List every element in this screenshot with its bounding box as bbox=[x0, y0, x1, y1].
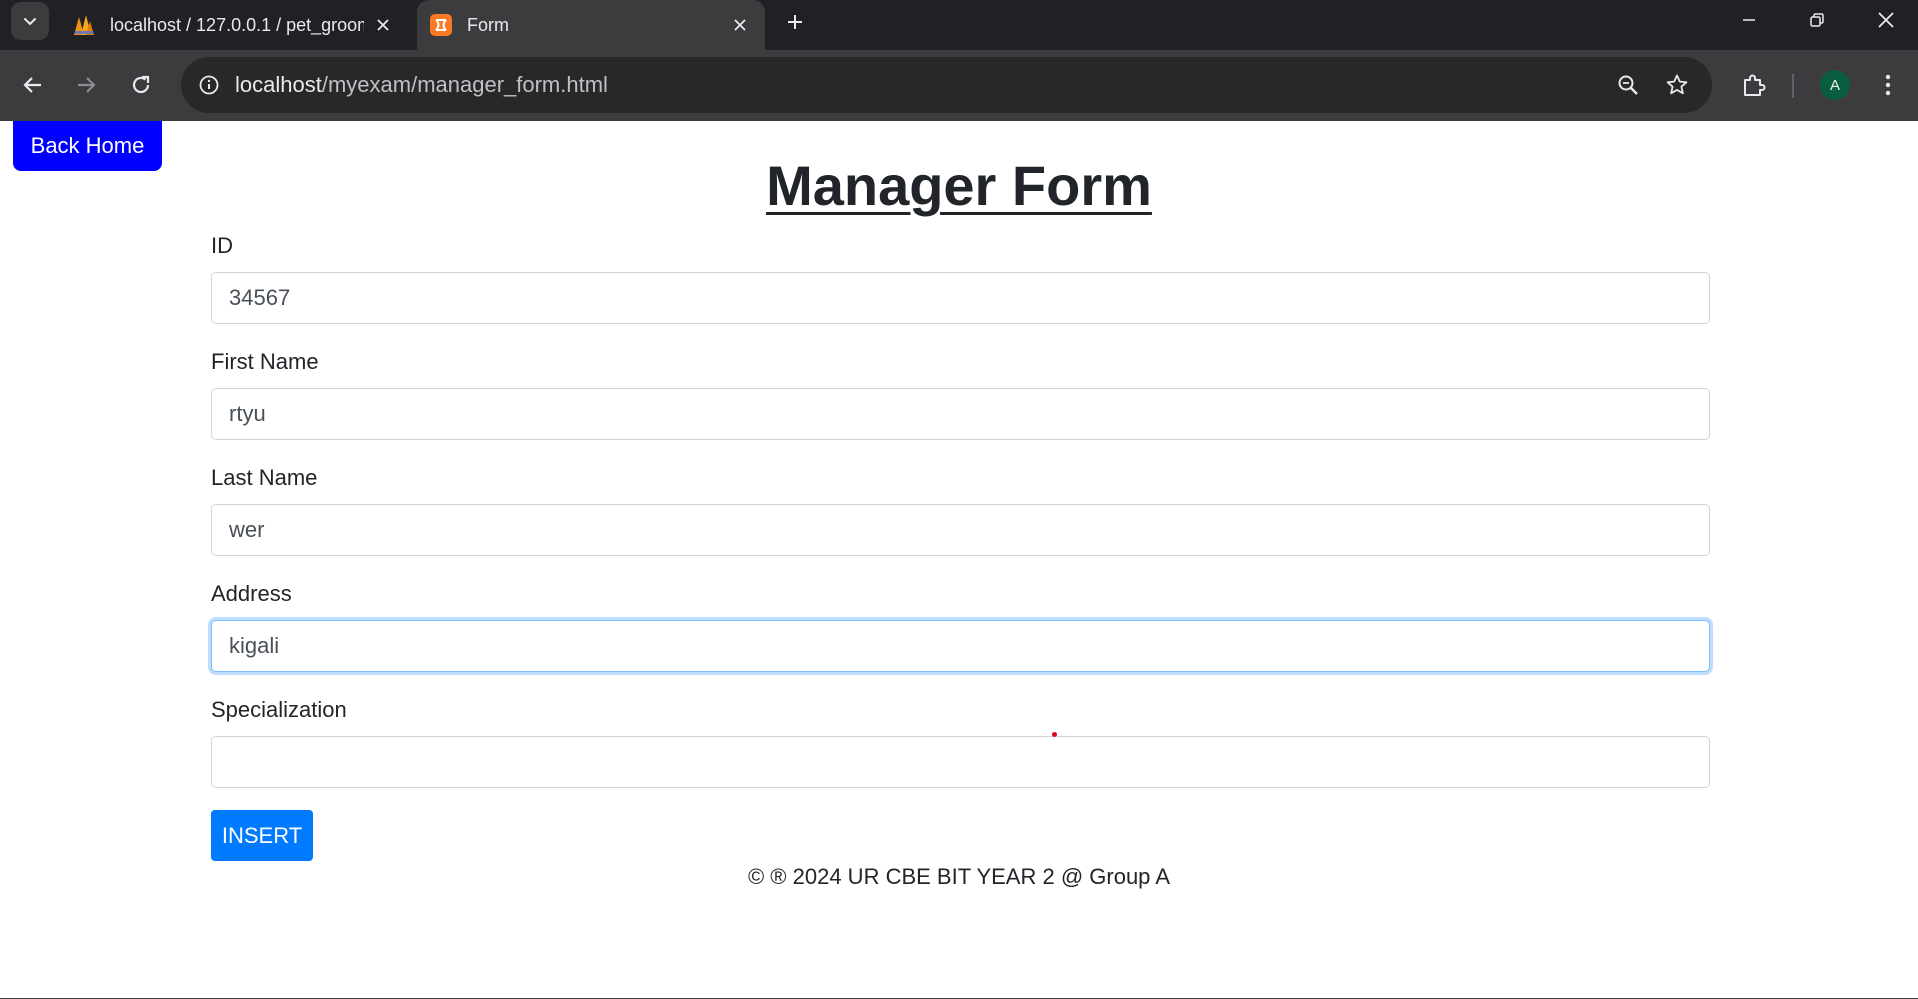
tab-title: Form bbox=[467, 14, 509, 35]
phpmyadmin-icon bbox=[74, 15, 94, 35]
profile-avatar[interactable]: A bbox=[1820, 70, 1850, 100]
last-name-input[interactable]: wer bbox=[211, 504, 1710, 556]
minimize-button[interactable] bbox=[1721, 0, 1777, 40]
browser-toolbar: localhost/myexam/manager_form.html A bbox=[0, 50, 1918, 121]
arrow-left-icon bbox=[23, 77, 41, 93]
close-icon[interactable] bbox=[372, 14, 394, 36]
back-button[interactable] bbox=[15, 67, 51, 103]
xampp-icon bbox=[430, 14, 452, 36]
specialization-label: Specialization bbox=[211, 697, 347, 722]
arrow-right-icon bbox=[78, 77, 96, 93]
restore-button[interactable] bbox=[1789, 0, 1845, 40]
extensions-button[interactable] bbox=[1736, 67, 1772, 103]
url-host: localhost bbox=[235, 72, 322, 97]
reload-icon bbox=[132, 75, 150, 94]
address-label: Address bbox=[211, 581, 292, 606]
first-name-value: rtyu bbox=[229, 401, 266, 426]
page-title: Manager Form bbox=[766, 154, 1152, 217]
forward-button[interactable] bbox=[68, 67, 104, 103]
restore-icon bbox=[1810, 13, 1824, 27]
toolbar-divider bbox=[1792, 74, 1794, 98]
page-content: Back Home Manager Form ID 34567 First Na… bbox=[0, 121, 1918, 999]
tab-title: localhost / 127.0.0.1 / pet_grooming bbox=[110, 14, 364, 35]
specialization-input[interactable] bbox=[211, 736, 1710, 788]
footer-copyright: © ® 2024 UR CBE BIT YEAR 2 @ Group A bbox=[747, 864, 1170, 889]
cursor-dot bbox=[1052, 732, 1057, 737]
id-value: 34567 bbox=[229, 285, 291, 310]
insert-button[interactable]: INSERT bbox=[211, 810, 313, 861]
id-label: ID bbox=[211, 233, 233, 258]
address-bar[interactable]: localhost/myexam/manager_form.html bbox=[181, 57, 1712, 113]
site-info-icon[interactable] bbox=[195, 71, 223, 99]
menu-button[interactable] bbox=[1870, 67, 1906, 103]
address-value: kigali bbox=[229, 633, 280, 658]
address-input[interactable]: kigali bbox=[211, 620, 1710, 672]
browser-tab-bar: localhost / 127.0.0.1 / pet_grooming For… bbox=[0, 0, 1918, 50]
first-name-input[interactable]: rtyu bbox=[211, 388, 1710, 440]
url-text[interactable]: localhost/myexam/manager_form.html bbox=[235, 72, 608, 98]
tab-search-button[interactable] bbox=[11, 2, 49, 40]
minimize-icon bbox=[1743, 19, 1755, 21]
plus-icon bbox=[788, 15, 802, 29]
last-name-label: Last Name bbox=[211, 465, 318, 490]
last-name-value: wer bbox=[229, 517, 265, 542]
url-path: /myexam/manager_form.html bbox=[321, 72, 608, 97]
close-icon[interactable] bbox=[729, 14, 751, 36]
puzzle-icon bbox=[1744, 74, 1766, 96]
bookmark-star-icon[interactable] bbox=[1661, 69, 1693, 101]
id-input[interactable]: 34567 bbox=[211, 272, 1710, 324]
more-vertical-icon bbox=[1885, 74, 1891, 96]
reload-button[interactable] bbox=[123, 67, 159, 103]
chevron-down-icon bbox=[24, 18, 36, 26]
new-tab-button[interactable] bbox=[779, 6, 811, 38]
tab-form[interactable]: Form bbox=[417, 0, 765, 50]
tab-phpmyadmin[interactable]: localhost / 127.0.0.1 / pet_grooming bbox=[60, 0, 408, 50]
first-name-label: First Name bbox=[211, 349, 319, 374]
close-icon bbox=[1878, 12, 1894, 28]
zoom-icon[interactable] bbox=[1612, 69, 1644, 101]
close-window-button[interactable] bbox=[1858, 0, 1914, 40]
